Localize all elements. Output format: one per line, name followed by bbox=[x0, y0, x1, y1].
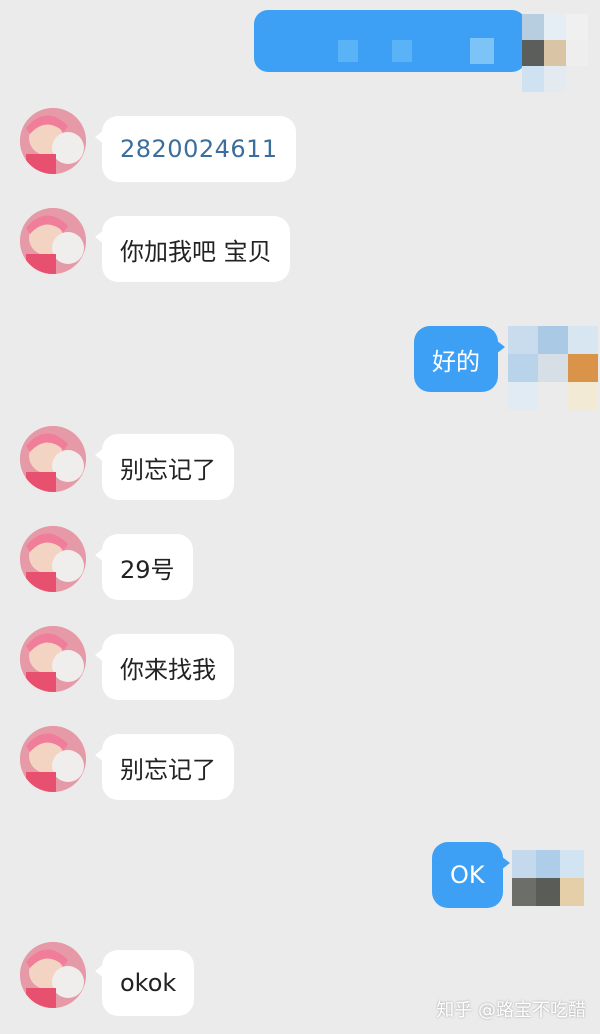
message-row-incoming: 29号 bbox=[0, 526, 600, 606]
contact-avatar[interactable] bbox=[20, 626, 86, 692]
contact-avatar[interactable] bbox=[20, 426, 86, 492]
contact-avatar[interactable] bbox=[20, 108, 86, 174]
self-avatar-pixelated bbox=[508, 326, 598, 410]
message-bubble[interactable]: okok bbox=[94, 950, 195, 1016]
contact-avatar[interactable] bbox=[20, 942, 86, 1008]
message-text: okok bbox=[120, 969, 177, 997]
message-bubble[interactable]: 你加我吧 宝贝 bbox=[95, 216, 290, 282]
message-text: 别忘记了 bbox=[120, 755, 216, 784]
message-row-incoming: 别忘记了 bbox=[0, 726, 600, 806]
message-row-incoming: 你加我吧 宝贝 bbox=[0, 208, 600, 288]
message-text: 好的 bbox=[432, 347, 480, 376]
message-bubble[interactable]: 别忘记了 bbox=[95, 434, 234, 500]
message-bubble[interactable]: 你来找我 bbox=[95, 634, 234, 700]
message-text: OK bbox=[450, 861, 485, 889]
zhihu-watermark: 知乎 @路宝不吃醋 bbox=[436, 1000, 586, 1021]
contact-avatar[interactable] bbox=[20, 208, 86, 274]
message-text: 29号 bbox=[120, 555, 175, 584]
message-bubble[interactable]: 29号 bbox=[95, 534, 193, 600]
message-row-incoming: 别忘记了 bbox=[0, 426, 600, 506]
message-bubble[interactable]: OK bbox=[432, 842, 510, 908]
blurred-outgoing-bubble bbox=[254, 10, 526, 72]
message-bubble[interactable]: 别忘记了 bbox=[95, 734, 234, 800]
self-avatar-pixelated bbox=[522, 14, 588, 92]
message-text: 别忘记了 bbox=[120, 455, 216, 484]
message-text: 2820024611 bbox=[120, 135, 278, 163]
message-text: 你加我吧 宝贝 bbox=[120, 237, 272, 266]
message-row-incoming: 你来找我 bbox=[0, 626, 600, 706]
message-row-outgoing: 好的 bbox=[0, 322, 600, 412]
message-bubble[interactable]: 2820024611 bbox=[95, 116, 296, 182]
self-avatar-pixelated bbox=[512, 850, 584, 906]
message-row-incoming: 2820024611 bbox=[0, 108, 600, 188]
contact-avatar[interactable] bbox=[20, 526, 86, 592]
message-text: 你来找我 bbox=[120, 655, 216, 684]
message-row-outgoing: OK bbox=[0, 840, 600, 920]
message-bubble[interactable]: 好的 bbox=[414, 326, 505, 392]
message-row-outgoing-blurred bbox=[0, 0, 600, 100]
contact-avatar[interactable] bbox=[20, 726, 86, 792]
